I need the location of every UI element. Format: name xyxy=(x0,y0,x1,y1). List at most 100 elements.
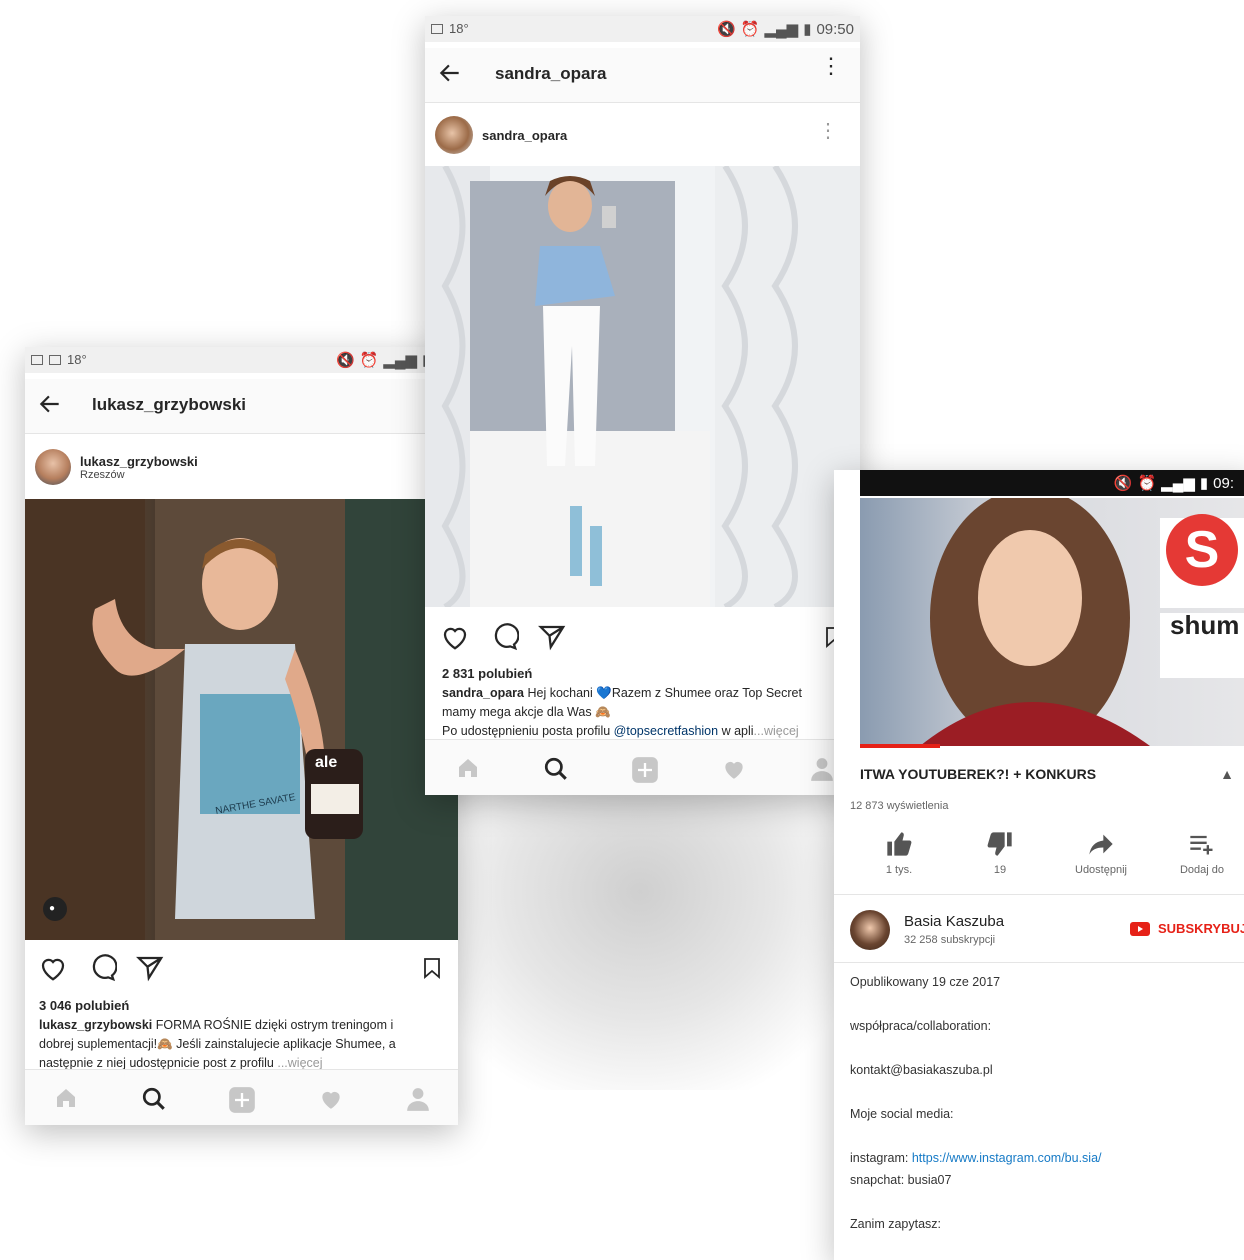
avatar[interactable] xyxy=(35,449,71,485)
bookmark-icon[interactable] xyxy=(420,953,444,983)
instagram-header: lukasz_grzybowski xyxy=(25,379,458,434)
subscribe-label: SUBSKRYBUJ xyxy=(1158,921,1244,936)
like-heart-icon[interactable] xyxy=(439,622,471,652)
caption-line-3-end: w apli xyxy=(721,724,754,738)
signal-icon: ▂▄▆ xyxy=(764,21,799,38)
post-options-icon[interactable]: ⋮ xyxy=(818,118,838,143)
divider xyxy=(834,962,1244,963)
caption-line-3: następnie z niej udostępnicie post z pro… xyxy=(39,1056,274,1070)
like-heart-icon[interactable] xyxy=(37,953,69,983)
post-photo[interactable]: NARTHE SAVATE ale ● xyxy=(25,499,458,940)
share-direct-icon[interactable] xyxy=(135,953,165,983)
grid-icon xyxy=(49,354,61,365)
post-caption: sandra_opara Hej kochani 💙Razem z Shumee… xyxy=(442,684,846,741)
temperature: 18° xyxy=(449,21,469,36)
caption-line-1: FORMA ROŚNIE dzięki ostrym treningom i xyxy=(155,1018,394,1032)
post-username[interactable]: lukasz_grzybowski xyxy=(80,454,198,469)
post-actions xyxy=(25,947,458,987)
share-label: Udostępnij xyxy=(1075,864,1127,876)
dislike-button[interactable]: 19 xyxy=(955,830,1045,876)
description-snapchat: snapchat: busia07 xyxy=(850,1173,952,1187)
caption-line-3: Po udostępnieniu posta profilu xyxy=(442,724,611,738)
back-arrow-icon[interactable] xyxy=(437,60,463,86)
phone-sandra: 18° 🔇 ⏰ ▂▄▆ ▮ 09:50 sandra_opara ⋮ sandra_op… xyxy=(425,16,860,795)
back-arrow-icon[interactable] xyxy=(37,391,63,417)
phone-lukasz: 18° 🔇⏰▂▄▆▮09 lukasz_grzybowski lukasz_gr… xyxy=(25,347,458,1125)
like-count: 1 tys. xyxy=(885,864,913,876)
collapse-chevron-icon[interactable]: ▲ xyxy=(1220,766,1234,782)
likes-count[interactable]: 3 046 polubień xyxy=(39,998,129,1013)
avatar[interactable] xyxy=(435,116,473,154)
shumee-logo-circle: S xyxy=(1166,514,1238,586)
add-post-icon[interactable] xyxy=(631,756,659,784)
signal-icon: ▂▄▆ xyxy=(1161,475,1195,492)
divider xyxy=(834,894,1244,895)
gallery-icon xyxy=(31,354,43,365)
search-icon[interactable] xyxy=(543,756,569,782)
mute-icon: 🔇 xyxy=(1113,475,1133,492)
subscribe-button[interactable]: SUBSKRYBUJ xyxy=(1130,921,1244,936)
channel-avatar[interactable] xyxy=(850,910,890,950)
profile-icon[interactable] xyxy=(405,1086,431,1112)
comment-icon[interactable] xyxy=(87,953,117,983)
mute-icon: 🔇 xyxy=(335,352,355,369)
header-title: lukasz_grzybowski xyxy=(92,395,247,414)
caption-username[interactable]: sandra_opara xyxy=(442,686,524,700)
activity-heart-icon[interactable] xyxy=(720,756,748,782)
post-location[interactable]: Rzeszów xyxy=(80,469,125,481)
bottom-nav xyxy=(25,1069,458,1125)
home-icon[interactable] xyxy=(53,1086,79,1110)
description-social: Moje social media: xyxy=(850,1107,954,1121)
video-player[interactable]: S shum xyxy=(860,498,1244,746)
background-shadow xyxy=(430,760,850,1090)
alarm-icon: ⏰ xyxy=(1137,475,1157,492)
channel-name[interactable]: Basia Kaszuba xyxy=(904,913,1004,930)
mute-icon: 🔇 xyxy=(717,21,736,38)
instagram-link[interactable]: https://www.instagram.com/bu.sia/ xyxy=(912,1151,1102,1165)
description-collab: współpraca/collaboration: xyxy=(850,1019,992,1033)
search-icon[interactable] xyxy=(141,1086,167,1112)
add-to-button[interactable]: Dodaj do xyxy=(1157,830,1244,876)
share-direct-icon[interactable] xyxy=(537,622,567,652)
shumee-logo-text: shum xyxy=(1170,610,1240,640)
mention-link[interactable]: @topsecretfashion xyxy=(614,724,718,738)
temperature: 18° xyxy=(67,352,87,367)
caption-line-1: Hej kochani 💙Razem z Shumee oraz Top Sec… xyxy=(527,686,802,700)
likes-count[interactable]: 2 831 polubień xyxy=(442,666,532,681)
photo-illustration xyxy=(25,499,458,940)
add-to-label: Dodaj do xyxy=(1179,864,1225,876)
caption-username[interactable]: lukasz_grzybowski xyxy=(39,1018,152,1032)
post-header: sandra_opara ⋮ xyxy=(425,104,860,166)
share-icon xyxy=(1089,834,1113,855)
profile-icon[interactable] xyxy=(809,756,835,782)
activity-heart-icon[interactable] xyxy=(317,1086,345,1112)
home-icon[interactable] xyxy=(455,756,481,780)
add-to-playlist-icon xyxy=(1190,835,1213,855)
post-username[interactable]: sandra_opara xyxy=(482,128,567,143)
status-bar: 🔇 ⏰ ▂▄▆ ▮ 09: xyxy=(860,470,1244,496)
battery-icon: ▮ xyxy=(803,21,812,38)
bottom-nav xyxy=(425,739,860,795)
post-actions xyxy=(425,616,860,656)
signal-icon: ▂▄▆ xyxy=(383,352,418,369)
caption-line-2: dobrej suplementacji!🙈 Jeśli zainstaluje… xyxy=(39,1037,396,1051)
view-count: 12 873 wyświetlenia xyxy=(850,800,949,812)
add-post-icon[interactable] xyxy=(228,1086,256,1114)
comment-icon[interactable] xyxy=(489,622,519,652)
description-email: kontakt@basiakaszuba.pl xyxy=(850,1063,993,1077)
youtube-play-icon xyxy=(1130,921,1150,936)
tagged-user-icon[interactable]: ● xyxy=(49,903,61,915)
subscriber-count: 32 258 subskrypcji xyxy=(904,934,996,946)
like-button[interactable]: 1 tys. xyxy=(854,830,944,876)
alarm-icon: ⏰ xyxy=(359,352,379,369)
description-before-asking: Zanim zapytasz: xyxy=(850,1217,942,1231)
video-progress[interactable] xyxy=(860,744,940,748)
share-button[interactable]: Udostępnij xyxy=(1056,830,1146,876)
post-photo[interactable] xyxy=(425,166,860,607)
more-link[interactable]: ...więcej xyxy=(754,724,799,738)
phone-youtube: 🔇 ⏰ ▂▄▆ ▮ 09: S shum ITWA YOUTUBEREK?! + KON… xyxy=(834,470,1244,1260)
more-link[interactable]: ...więcej xyxy=(277,1056,322,1070)
more-options-icon[interactable]: ⋮ xyxy=(820,55,842,77)
header-title: sandra_opara xyxy=(495,64,607,83)
post-caption: lukasz_grzybowski FORMA ROŚNIE dzięki os… xyxy=(39,1016,444,1073)
